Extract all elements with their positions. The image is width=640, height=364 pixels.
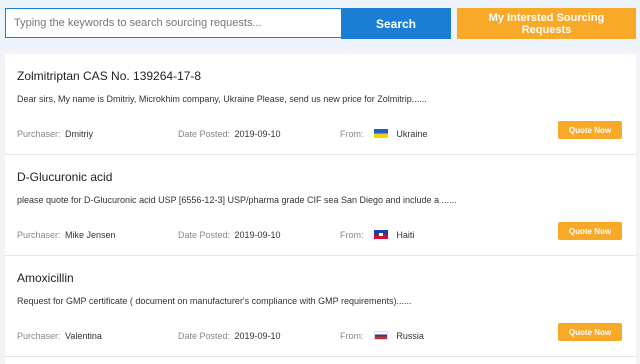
quote-now-button[interactable]: Quote Now	[558, 222, 622, 240]
purchaser-label: Purchaser:	[17, 129, 61, 139]
russia-flag-icon	[373, 331, 388, 340]
date-posted-value: 2019-09-10	[234, 129, 281, 139]
quote-now-button[interactable]: Quote Now	[558, 323, 622, 341]
date-posted-label: Date Posted:	[178, 129, 231, 139]
country-name: Haiti	[396, 230, 415, 240]
list-item: D-Glucuronic acid please quote for D-Glu…	[5, 155, 636, 256]
request-description: Dear sirs, My name is Dmitriy, Microkhim…	[17, 94, 427, 104]
list-item: Zolmitriptan CAS No. 139264-17-8 Dear si…	[5, 54, 636, 155]
purchaser-name: Dmitriy	[64, 129, 93, 139]
country-name: Ukraine	[396, 129, 428, 139]
country-name: Russia	[396, 331, 424, 341]
ukraine-flag-icon	[373, 129, 388, 138]
purchaser-name: Mike Jensen	[64, 230, 116, 240]
purchaser-info: Purchaser: Valentina	[17, 326, 102, 344]
date-posted-label: Date Posted:	[178, 230, 231, 240]
from-label: From:	[340, 230, 364, 240]
purchaser-name: Valentina	[64, 331, 102, 341]
date-posted-value: 2019-09-10	[234, 230, 281, 240]
date-posted-value: 2019-09-10	[234, 331, 281, 341]
date-posted-info: Date Posted: 2019-09-10	[178, 225, 281, 243]
from-label: From:	[340, 331, 364, 341]
my-interested-requests-button[interactable]: My Intersted Sourcing Requests	[457, 8, 636, 39]
origin-info: From: Haiti	[340, 225, 414, 243]
request-description: please quote for D-Glucuronic acid USP […	[17, 195, 457, 205]
request-title[interactable]: D-Glucuronic acid	[17, 170, 112, 184]
request-description: Request for GMP certificate ( document o…	[17, 296, 412, 306]
search-bar: Search My Intersted Sourcing Requests	[0, 0, 640, 50]
origin-info: From: Russia	[340, 326, 424, 344]
purchaser-label: Purchaser:	[17, 230, 61, 240]
date-posted-info: Date Posted: 2019-09-10	[178, 124, 281, 142]
purchaser-label: Purchaser:	[17, 331, 61, 341]
request-title[interactable]: Zolmitriptan CAS No. 139264-17-8	[17, 69, 201, 83]
search-button[interactable]: Search	[341, 8, 451, 39]
quote-now-button[interactable]: Quote Now	[558, 121, 622, 139]
list-item: Amoxicillin Request for GMP certificate …	[5, 256, 636, 357]
date-posted-info: Date Posted: 2019-09-10	[178, 326, 281, 344]
from-label: From:	[340, 129, 364, 139]
request-title[interactable]: Amoxicillin	[17, 271, 74, 285]
origin-info: From: Ukraine	[340, 124, 427, 142]
haiti-flag-icon	[373, 230, 388, 239]
purchaser-info: Purchaser: Mike Jensen	[17, 225, 116, 243]
search-input[interactable]	[5, 8, 341, 38]
sourcing-request-list: Zolmitriptan CAS No. 139264-17-8 Dear si…	[5, 54, 636, 364]
purchaser-info: Purchaser: Dmitriy	[17, 124, 93, 142]
date-posted-label: Date Posted:	[178, 331, 231, 341]
